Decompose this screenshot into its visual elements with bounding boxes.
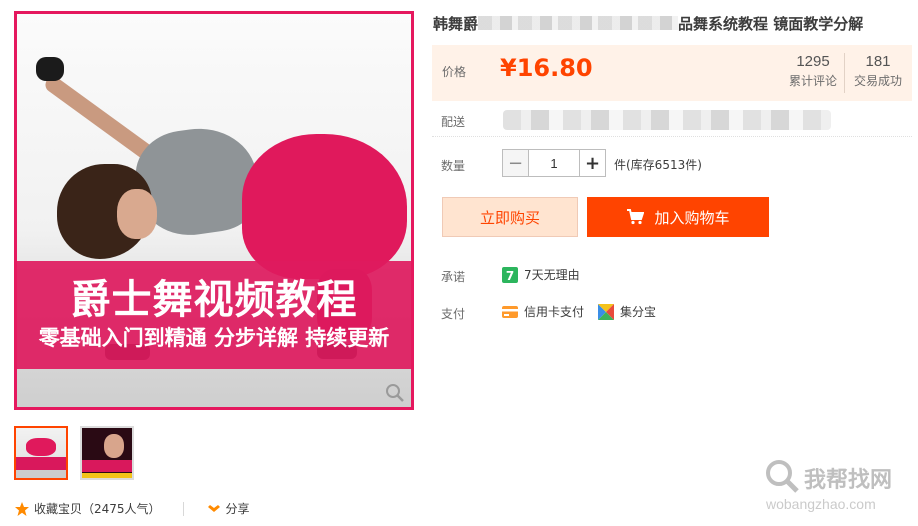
- magnifier-icon: [766, 460, 799, 493]
- reviews-label: 累计评论: [788, 74, 837, 88]
- watermark-text: 我帮找网: [804, 468, 893, 493]
- promo-banner: 爵士舞视频教程 零基础入门到精通 分步详解 持续更新: [17, 261, 411, 369]
- thumbnail-2[interactable]: [80, 426, 134, 480]
- quantity-label: 数量: [441, 159, 466, 173]
- watermark-url: wobangzhao.com: [766, 496, 876, 512]
- quantity-input[interactable]: [529, 150, 579, 176]
- payment-jifenbao[interactable]: 集分宝: [598, 303, 656, 320]
- promise-row: 7 7天无理由: [502, 266, 580, 283]
- price-value: ¥16.80: [500, 54, 593, 82]
- thumbnail-1[interactable]: [14, 426, 68, 480]
- product-title-end: 品舞系统教程 镜面教学分解: [678, 15, 864, 33]
- thumbnail-band: [82, 460, 132, 472]
- favorite-link[interactable]: 收藏宝贝（2475人气）: [34, 500, 161, 517]
- main-product-image[interactable]: 爵士舞视频教程 零基础入门到精通 分步详解 持续更新: [14, 11, 414, 410]
- reviews-stat[interactable]: 1295 累计评论: [784, 53, 842, 89]
- stock-text: 件(库存6513件): [614, 158, 702, 172]
- banner-title: 爵士舞视频教程: [70, 277, 358, 323]
- deals-stat[interactable]: 181 交易成功: [850, 53, 906, 89]
- svg-text:7: 7: [506, 269, 514, 283]
- credit-card-label: 信用卡支付: [524, 305, 585, 319]
- payment-credit-card[interactable]: 信用卡支付: [502, 303, 584, 320]
- zoom-icon[interactable]: [385, 383, 405, 403]
- add-to-cart-label: 加入购物车: [654, 208, 730, 227]
- quantity-stepper: − +: [502, 149, 606, 177]
- thumbnail-list: [14, 426, 134, 480]
- star-icon: [15, 501, 29, 516]
- image-face: [117, 189, 157, 239]
- seven-days-icon: 7: [502, 266, 518, 283]
- thumbnail-face: [104, 434, 124, 458]
- delivery-label: 配送: [441, 115, 466, 129]
- promise-text[interactable]: 7天无理由: [524, 266, 580, 283]
- jifenbao-icon: [598, 303, 615, 320]
- cart-icon: [627, 209, 645, 225]
- image-pants: [242, 134, 407, 279]
- reviews-count: 1295: [796, 53, 830, 70]
- redacted-region: [478, 16, 679, 30]
- divider: [432, 136, 912, 137]
- decrease-button[interactable]: −: [503, 150, 529, 176]
- increase-button[interactable]: +: [579, 150, 605, 176]
- credit-card-icon: [502, 305, 518, 318]
- add-to-cart-button[interactable]: 加入购物车: [587, 197, 769, 237]
- product-title-start: 韩舞爵: [433, 15, 479, 33]
- divider: [844, 53, 845, 93]
- thumbnail-figure: [26, 438, 56, 456]
- share-icon: [207, 504, 220, 512]
- social-bar: 收藏宝贝（2475人气） 分享: [14, 500, 250, 517]
- price-panel: 价格 ¥16.80 1295 累计评论 181 交易成功: [432, 45, 912, 101]
- watermark: 我帮找网 wobangzhao.com: [764, 456, 914, 522]
- promise-label: 承诺: [441, 270, 466, 284]
- share-link[interactable]: 分享: [226, 500, 250, 517]
- buy-now-button[interactable]: 立即购买: [442, 197, 578, 237]
- product-title: 韩舞爵 品舞系统教程 镜面教学分解: [433, 13, 918, 34]
- jifenbao-label: 集分宝: [620, 305, 657, 319]
- deals-label: 交易成功: [853, 74, 902, 88]
- image-glove: [36, 57, 64, 81]
- payment-label: 支付: [441, 307, 466, 321]
- payment-row: 信用卡支付 集分宝: [502, 303, 670, 320]
- thumbnail-band: [82, 473, 132, 478]
- deals-count: 181: [865, 53, 891, 70]
- divider: [182, 501, 184, 516]
- redacted-region: [503, 110, 831, 130]
- price-label: 价格: [442, 65, 467, 79]
- banner-subtitle: 零基础入门到精通 分步详解 持续更新: [38, 326, 390, 350]
